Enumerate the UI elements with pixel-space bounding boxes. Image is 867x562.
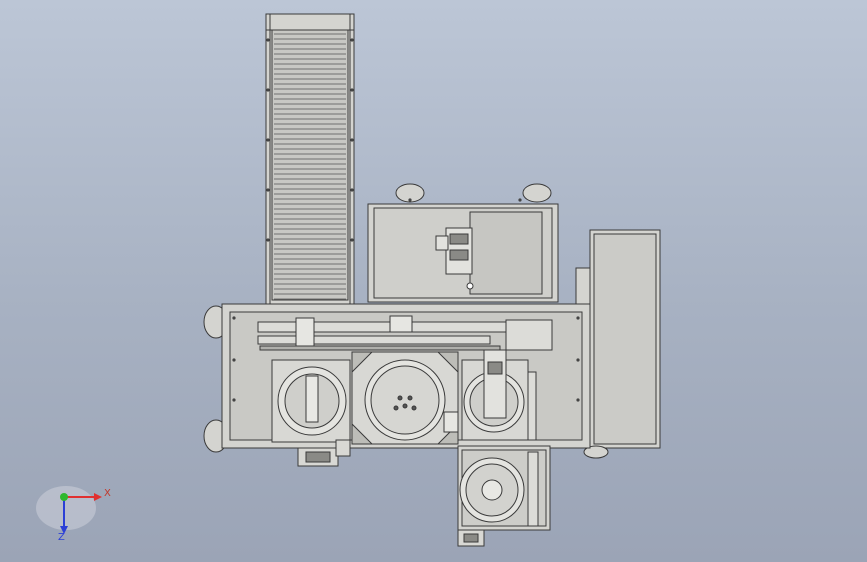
main-base-frame — [203, 303, 591, 467]
z-axis-label: Z — [58, 532, 65, 543]
roller-conveyor — [265, 13, 355, 307]
cad-graphics-viewport[interactable]: X Z — [0, 0, 867, 562]
axis-triad-icon — [36, 486, 102, 534]
lower-rotary-station — [457, 445, 551, 547]
x-axis-label: X — [104, 488, 111, 499]
upper-feeder-unit — [367, 183, 559, 303]
machine-drawing — [36, 13, 661, 547]
